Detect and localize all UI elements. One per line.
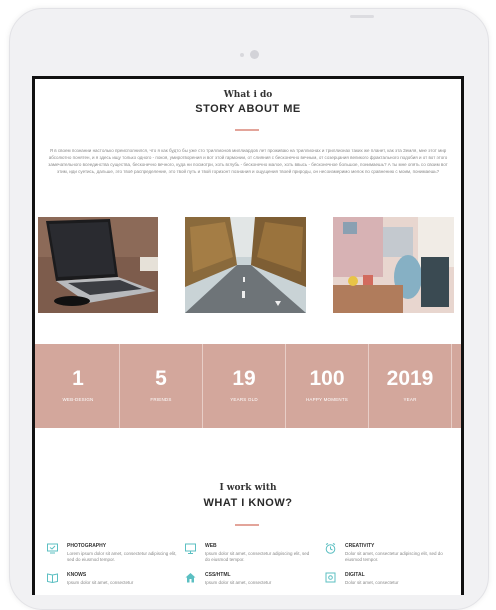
workspace-photo — [333, 217, 454, 313]
skill-digital: DIGITAL Dolor sit amet, consectetur — [325, 572, 457, 595]
stat-label: WEB-DESIGN — [62, 397, 94, 402]
stats-band: 1 WEB-DESIGN 5 FRIENDS 19 YEARS OLD 100 … — [35, 344, 461, 428]
stat-year: 2019 YEAR — [369, 344, 452, 428]
stat-years-old: 19 YEARS OLD — [203, 344, 286, 428]
skill-title: CREATIVITY — [345, 543, 375, 549]
stat-happy-moments: 100 HAPPY MOMENTS — [286, 344, 369, 428]
skill-css-html: CSS/HTML Ipsum dolor sit amet, consectet… — [185, 572, 317, 595]
skill-photography: PHOTOGRAPHY Lorem ipsum dolor sit amet, … — [47, 543, 179, 573]
about-eyebrow: What i do — [223, 90, 273, 100]
stat-label: HAPPY MOMENTS — [305, 397, 349, 402]
stat-number: 1 — [72, 367, 84, 390]
skill-title: CSS/HTML — [205, 572, 231, 578]
stat-friends: 5 FRIENDS — [120, 344, 203, 428]
desktop-icon — [185, 543, 196, 554]
skill-desc: Ipsum dolor sit amet, consectetur adipis… — [205, 551, 310, 562]
skill-title: WEB — [205, 543, 217, 549]
monitor-check-icon — [47, 543, 58, 554]
web-page[interactable]: What i do STORY ABOUT ME Я в своем позна… — [35, 79, 461, 595]
skill-web: WEB Ipsum dolor sit amet, consectetur ad… — [185, 543, 317, 573]
skill-title: KNOWS — [67, 572, 87, 578]
about-divider — [235, 129, 259, 131]
stat-number: 5 — [155, 367, 167, 390]
skill-desc: Ipsum dolor sit amet, consectetur — [205, 580, 272, 585]
stat-number: 100 — [309, 367, 345, 390]
road-photo — [185, 217, 306, 313]
skill-knows: KNOWS Ipsum dolor sit amet, consectetur — [47, 572, 179, 595]
home-icon — [185, 573, 196, 583]
skill-desc: Dolor sit amet, consectetur adipiscing e… — [345, 551, 443, 562]
stat-label: YEAR — [403, 397, 417, 402]
skills-eyebrow: I work with — [219, 483, 277, 493]
skill-title: PHOTOGRAPHY — [67, 543, 107, 549]
clock-icon — [325, 543, 336, 554]
skill-creativity: CREATIVITY Dolor sit amet, consectetur a… — [325, 543, 457, 573]
front-camera — [250, 50, 259, 59]
skill-desc: Dolor sit amet, consectetur — [345, 580, 399, 585]
front-sensor — [240, 53, 244, 57]
book-icon — [47, 573, 58, 583]
about-text: Я в своем познании настолько преисполнил… — [48, 148, 448, 174]
stat-label: FRIENDS — [150, 397, 172, 402]
skill-desc: Ipsum dolor sit amet, consectetur — [67, 580, 134, 585]
power-button — [350, 15, 374, 18]
stat-web-design: 1 WEB-DESIGN — [37, 344, 120, 428]
stat-number: 19 — [232, 367, 256, 390]
about-title: STORY ABOUT ME — [195, 103, 301, 115]
stat-number: 2019 — [386, 367, 434, 390]
skills-title: WHAT I KNOW? — [203, 497, 293, 509]
skill-desc: Lorem ipsum dolor sit amet, consectetur … — [67, 551, 177, 562]
skills-divider — [235, 524, 259, 526]
stat-label: YEARS OLD — [230, 397, 258, 402]
skill-title: DIGITAL — [345, 572, 365, 578]
crosshair-icon — [325, 572, 336, 583]
laptop-photo — [38, 217, 158, 313]
tablet-screen: What i do STORY ABOUT ME Я в своем позна… — [32, 76, 464, 595]
